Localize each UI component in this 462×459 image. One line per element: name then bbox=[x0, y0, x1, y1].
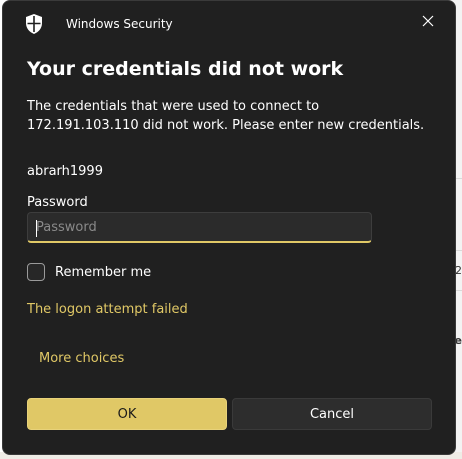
shield-icon bbox=[26, 14, 42, 34]
credentials-dialog: Windows Security Your credentials did no… bbox=[2, 0, 456, 455]
app-title: Windows Security bbox=[66, 17, 173, 31]
background-text-fragment: 2 bbox=[455, 264, 462, 277]
text-caret bbox=[36, 220, 37, 237]
password-field[interactable] bbox=[27, 212, 372, 243]
username-text: abrarh1999 bbox=[27, 164, 103, 179]
error-message: The logon attempt failed bbox=[27, 302, 188, 317]
password-label: Password bbox=[27, 195, 88, 210]
dialog-message: The credentials that were used to connec… bbox=[27, 99, 425, 133]
title-bar: Windows Security bbox=[3, 1, 455, 47]
ok-button[interactable]: OK bbox=[27, 398, 227, 430]
cancel-button[interactable]: Cancel bbox=[232, 398, 432, 430]
dialog-heading: Your credentials did not work bbox=[27, 58, 344, 80]
remember-me-checkbox[interactable]: Remember me bbox=[27, 261, 151, 283]
checkbox-box[interactable] bbox=[27, 263, 45, 281]
close-icon bbox=[422, 15, 434, 27]
ok-button-label: OK bbox=[117, 406, 137, 422]
more-choices-link[interactable]: More choices bbox=[39, 351, 124, 366]
remember-me-label: Remember me bbox=[55, 264, 152, 280]
cancel-button-label: Cancel bbox=[309, 406, 355, 422]
close-button[interactable] bbox=[413, 7, 443, 35]
